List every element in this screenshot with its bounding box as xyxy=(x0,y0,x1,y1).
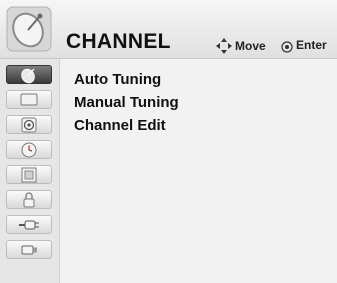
av-input-plug-icon xyxy=(19,220,39,230)
sidebar-item-picture[interactable] xyxy=(6,90,52,109)
enter-button-icon xyxy=(281,41,293,53)
film-frame-icon xyxy=(21,167,37,183)
enter-hint: Enter xyxy=(281,38,327,53)
sidebar-item-lock[interactable] xyxy=(6,190,52,209)
sidebar-item-audio[interactable] xyxy=(6,115,52,134)
menu-item-auto-tuning[interactable]: Auto Tuning xyxy=(74,71,161,88)
sidebar-item-time[interactable] xyxy=(6,140,52,159)
sidebar-item-usb[interactable] xyxy=(6,240,52,259)
satellite-dish-icon xyxy=(21,68,35,84)
menu-item-manual-tuning[interactable]: Manual Tuning xyxy=(74,94,179,111)
menu-header: CHANNEL Move Enter xyxy=(0,0,337,59)
sidebar-item-channel[interactable] xyxy=(6,65,52,84)
move-hint: Move xyxy=(216,38,266,54)
clock-icon xyxy=(21,142,37,158)
move-label: Move xyxy=(235,39,266,53)
padlock-icon xyxy=(23,192,35,208)
speaker-icon xyxy=(21,117,37,133)
usb-icon xyxy=(21,245,37,255)
category-sidebar xyxy=(0,59,60,283)
sidebar-item-option[interactable] xyxy=(6,165,52,184)
enter-label: Enter xyxy=(296,38,327,52)
menu-item-channel-edit[interactable]: Channel Edit xyxy=(74,117,166,134)
tv-screen-icon xyxy=(20,93,38,106)
page-title: CHANNEL xyxy=(66,30,171,53)
move-arrows-icon xyxy=(216,38,232,54)
sidebar-item-input[interactable] xyxy=(6,215,52,234)
tv-menu: CHANNEL Move Enter Auto Tuning Manual Tu… xyxy=(0,0,337,283)
satellite-dish-icon xyxy=(6,6,52,52)
menu-content: Auto Tuning Manual Tuning Channel Edit xyxy=(60,59,337,283)
